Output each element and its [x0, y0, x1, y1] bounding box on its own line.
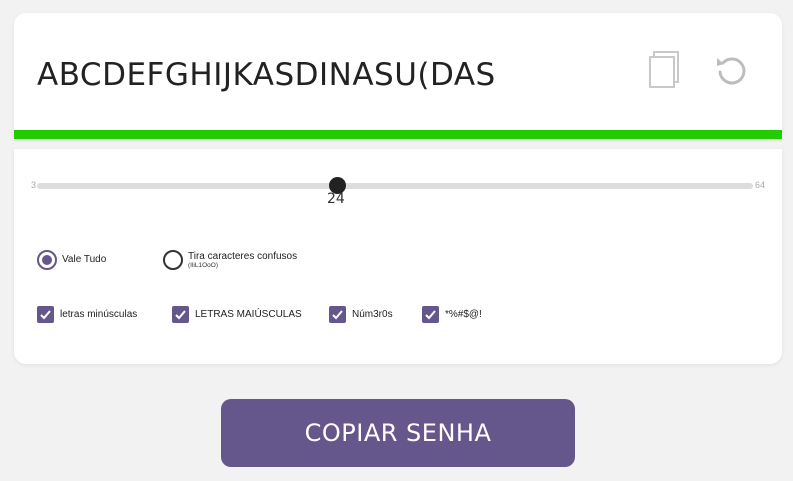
- length-min-label: 3: [31, 180, 37, 190]
- checkbox-numbers[interactable]: Núm3r0s: [329, 306, 393, 323]
- radio-tira-confusos[interactable]: Tira caracteres confusos (IliL1OoO): [163, 250, 297, 270]
- generated-password: ABCDEFGHIJKASDINASU(DAS: [37, 57, 496, 93]
- copy-password-button[interactable]: COPIAR SENHA: [221, 399, 575, 467]
- checkmark-icon: [332, 310, 343, 320]
- length-slider-track[interactable]: [37, 183, 753, 189]
- refresh-icon[interactable]: [714, 53, 748, 87]
- length-value: 24: [327, 191, 345, 207]
- radio-selected-dot: [42, 255, 52, 265]
- checkbox-uppercase[interactable]: LETRAS MAIÚSCULAS: [172, 306, 302, 323]
- checkbox[interactable]: [172, 306, 189, 323]
- checkbox-label: letras minúsculas: [60, 309, 138, 320]
- checkbox[interactable]: [37, 306, 54, 323]
- checkbox[interactable]: [329, 306, 346, 323]
- checkmark-icon: [175, 310, 186, 320]
- checkbox-label: *%#$@!: [445, 309, 482, 320]
- checkbox-symbols[interactable]: *%#$@!: [422, 306, 482, 323]
- checkbox-lowercase[interactable]: letras minúsculas: [37, 306, 137, 323]
- radio-vale-tudo[interactable]: Vale Tudo: [37, 250, 106, 270]
- checkmark-icon: [425, 310, 436, 320]
- checkbox-label: Núm3r0s: [352, 309, 393, 320]
- checkmark-icon: [40, 310, 51, 320]
- length-max-label: 64: [755, 180, 766, 190]
- checkbox-label: LETRAS MAIÚSCULAS: [195, 309, 302, 320]
- radio-label: Tira caracteres confusos: [188, 250, 298, 262]
- checkbox[interactable]: [422, 306, 439, 323]
- settings-card: 3 64 24 Vale Tudo Tira caracteres confus…: [14, 149, 782, 364]
- radio-label: Vale Tudo: [62, 254, 107, 266]
- radio-button[interactable]: [37, 250, 57, 270]
- copy-icon[interactable]: [648, 51, 680, 89]
- radio-sublabel: (IliL1OoO): [188, 262, 218, 270]
- radio-button[interactable]: [163, 250, 183, 270]
- radio-label-group: Tira caracteres confusos (IliL1OoO): [188, 251, 297, 270]
- password-display-card: ABCDEFGHIJKASDINASU(DAS: [14, 13, 782, 139]
- strength-bar: [14, 130, 782, 139]
